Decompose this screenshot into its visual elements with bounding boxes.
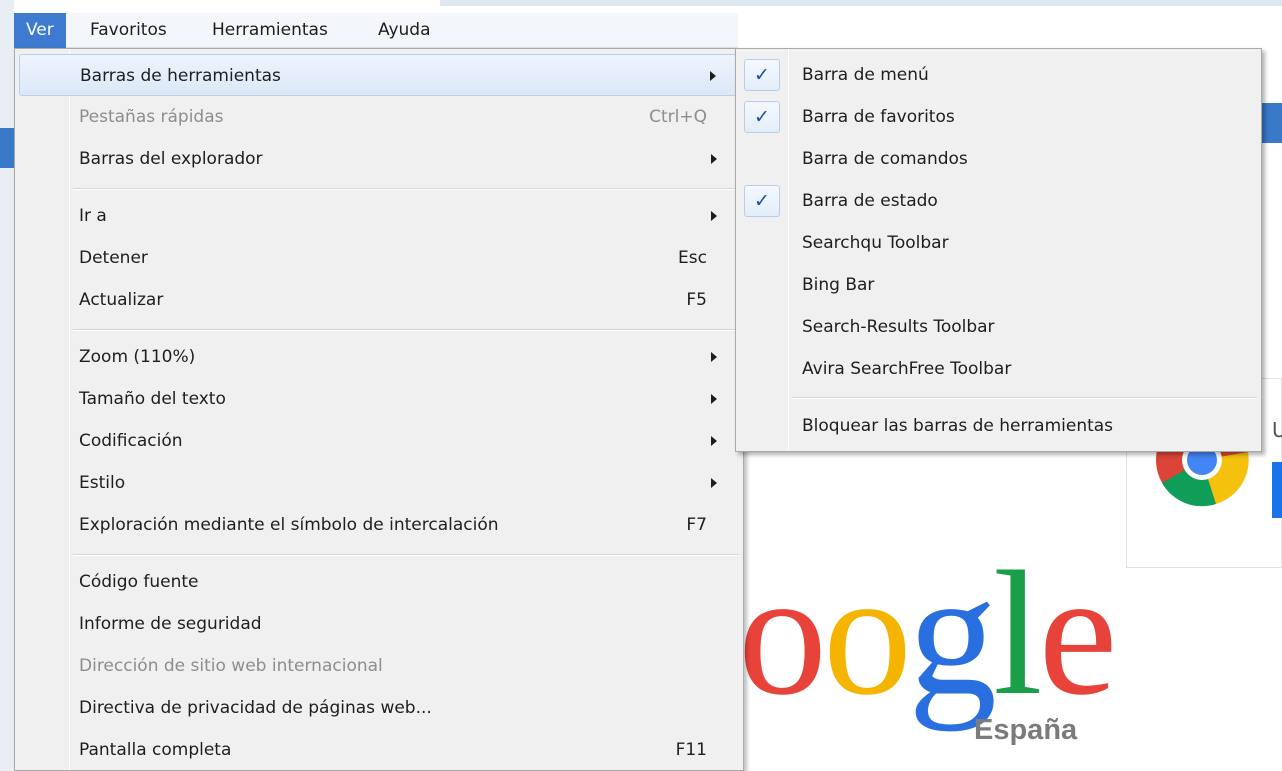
checkmark-icon: ✓ [744, 101, 780, 133]
submenu-item-search-results-toolbar[interactable]: Search-Results Toolbar [740, 306, 1257, 348]
menu-item-shortcut: F11 [675, 740, 707, 760]
menu-item-label: Pestañas rápidas [79, 107, 224, 127]
address-bar-edge [440, 0, 1282, 6]
menu-item-shortcut: Esc [678, 248, 707, 268]
submenu-item-label: Barra de estado [802, 191, 938, 211]
menu-item-actualizar[interactable]: Actualizar F5 [19, 279, 739, 321]
menu-herramientas[interactable]: Herramientas [200, 13, 340, 48]
menu-item-label: Exploración mediante el símbolo de inter… [79, 515, 499, 535]
submenu-item-label: Barra de comandos [802, 149, 968, 169]
logo-letter: o [823, 534, 912, 732]
menu-item-shortcut: F7 [686, 515, 707, 535]
menu-item-label: Zoom (110%) [79, 347, 196, 367]
submenu-arrow-icon [711, 478, 717, 488]
submenu-arrow-icon [711, 352, 717, 362]
card-letter: U [1272, 418, 1282, 442]
logo-letter: e [1038, 534, 1117, 732]
submenu-item-barra-de-estado[interactable]: ✓ Barra de estado [740, 180, 1257, 222]
menu-item-informe-de-seguridad[interactable]: Informe de seguridad [19, 603, 739, 645]
menu-item-shortcut: F5 [686, 290, 707, 310]
menu-item-label: Pantalla completa [79, 740, 232, 760]
menu-ver[interactable]: Ver [14, 13, 66, 48]
google-logo: oogle [738, 534, 1117, 732]
submenu-item-label: Bing Bar [802, 275, 875, 295]
menu-item-directiva-de-privacidad[interactable]: Directiva de privacidad de páginas web..… [19, 687, 739, 729]
logo-letter: g [908, 534, 997, 732]
menu-item-direccion-internacional[interactable]: Dirección de sitio web internacional [19, 645, 739, 687]
menu-item-label: Dirección de sitio web internacional [79, 656, 383, 676]
submenu-item-label: Search-Results Toolbar [802, 317, 995, 337]
submenu-arrow-icon [710, 71, 716, 81]
submenu-arrow-icon [711, 394, 717, 404]
card-button[interactable] [1272, 462, 1282, 518]
menu-ayuda[interactable]: Ayuda [366, 13, 443, 48]
menu-favoritos[interactable]: Favoritos [78, 13, 179, 48]
toolbars-submenu: ✓ Barra de menú ✓ Barra de favoritos Bar… [735, 48, 1262, 452]
submenu-item-barra-de-menu[interactable]: ✓ Barra de menú [740, 54, 1257, 96]
submenu-arrow-icon [711, 154, 717, 164]
menu-item-detener[interactable]: Detener Esc [19, 237, 739, 279]
menu-item-codificacion[interactable]: Codificación [19, 420, 739, 462]
menu-item-pantalla-completa[interactable]: Pantalla completa F11 [19, 729, 739, 771]
checkmark-icon: ✓ [744, 59, 780, 91]
menu-item-exploracion-caret[interactable]: Exploración mediante el símbolo de inter… [19, 504, 739, 546]
menu-item-label: Estilo [79, 473, 126, 493]
submenu-item-label: Barra de favoritos [802, 107, 955, 127]
window-left-edge [0, 0, 14, 771]
submenu-item-label: Avira SearchFree Toolbar [802, 359, 1012, 379]
menu-separator [73, 329, 739, 331]
menu-separator [73, 188, 739, 190]
menu-item-zoom[interactable]: Zoom (110%) [19, 336, 739, 378]
submenu-arrow-icon [711, 436, 717, 446]
checkmark-icon: ✓ [744, 185, 780, 217]
menu-item-tamano-del-texto[interactable]: Tamaño del texto [19, 378, 739, 420]
menu-item-estilo[interactable]: Estilo [19, 462, 739, 504]
menu-item-label: Detener [79, 248, 148, 268]
menu-item-pestanas-rapidas[interactable]: Pestañas rápidas Ctrl+Q [19, 96, 739, 138]
logo-letter: o [738, 534, 827, 732]
logo-subtitle: España [974, 714, 1078, 746]
menu-item-label: Código fuente [79, 572, 199, 592]
menu-separator [792, 397, 1257, 399]
menu-item-ir-a[interactable]: Ir a [19, 195, 739, 237]
menu-item-label: Codificación [79, 431, 183, 451]
menu-item-label: Barras de herramientas [80, 66, 281, 86]
menu-item-label: Ir a [79, 206, 107, 226]
menu-bar: Ver Favoritos Herramientas Ayuda [14, 13, 738, 48]
view-menu: Barras de herramientas Pestañas rápidas … [14, 48, 744, 771]
menu-item-label: Barras del explorador [79, 149, 263, 169]
menu-item-label: Directiva de privacidad de páginas web..… [79, 698, 432, 718]
submenu-arrow-icon [711, 211, 717, 221]
submenu-item-barra-de-comandos[interactable]: Barra de comandos [740, 138, 1257, 180]
submenu-item-label: Searchqu Toolbar [802, 233, 949, 253]
menu-item-barras-de-herramientas[interactable]: Barras de herramientas [19, 54, 739, 96]
submenu-item-bing-bar[interactable]: Bing Bar [740, 264, 1257, 306]
submenu-item-label: Bloquear las barras de herramientas [802, 416, 1114, 436]
menu-item-shortcut: Ctrl+Q [649, 107, 707, 127]
menu-item-label: Tamaño del texto [79, 389, 226, 409]
menu-item-label: Informe de seguridad [79, 614, 262, 634]
menu-item-label: Actualizar [79, 290, 164, 310]
menu-separator [73, 554, 739, 556]
menu-item-codigo-fuente[interactable]: Código fuente [19, 561, 739, 603]
submenu-item-avira-searchfree-toolbar[interactable]: Avira SearchFree Toolbar [740, 348, 1257, 390]
submenu-item-bloquear-barras[interactable]: Bloquear las barras de herramientas [740, 405, 1257, 447]
submenu-item-searchqu-toolbar[interactable]: Searchqu Toolbar [740, 222, 1257, 264]
submenu-item-label: Barra de menú [802, 65, 929, 85]
menu-item-barras-del-explorador[interactable]: Barras del explorador [19, 138, 739, 180]
logo-letter: l [993, 534, 1043, 732]
submenu-item-barra-de-favoritos[interactable]: ✓ Barra de favoritos [740, 96, 1257, 138]
